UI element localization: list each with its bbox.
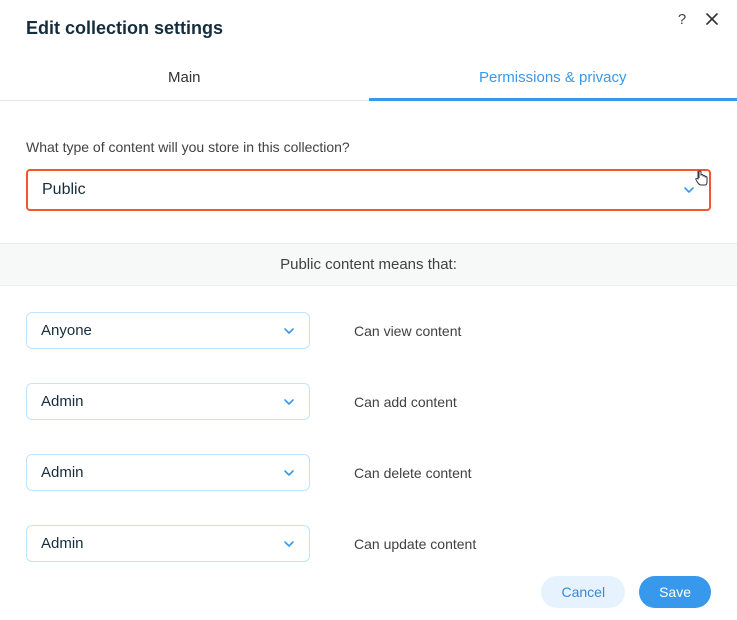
content-type-value: Public [42, 181, 86, 199]
permission-role-select-view[interactable]: Anyone [26, 312, 310, 349]
permission-row: Anyone Can view content [26, 312, 711, 349]
permission-role-value: Admin [41, 535, 84, 552]
edit-collection-modal: Edit collection settings ? Main Permissi… [0, 0, 737, 562]
modal-body: What type of content will you store in t… [0, 101, 737, 223]
help-icon[interactable]: ? [673, 10, 691, 28]
content-type-question: What type of content will you store in t… [26, 139, 711, 155]
permission-row: Admin Can update content [26, 525, 711, 562]
header-icons: ? [673, 10, 721, 28]
permission-role-value: Admin [41, 393, 84, 410]
chevron-down-icon [283, 325, 295, 337]
modal-header: Edit collection settings ? [0, 0, 737, 39]
permissions-list: Anyone Can view content Admin Can add co… [0, 286, 737, 562]
permission-role-select-delete[interactable]: Admin [26, 454, 310, 491]
permission-row: Admin Can delete content [26, 454, 711, 491]
close-icon[interactable] [703, 10, 721, 28]
permission-action-label: Can add content [354, 394, 457, 410]
permission-role-select-add[interactable]: Admin [26, 383, 310, 420]
content-type-select[interactable]: Public [26, 169, 711, 211]
permission-role-select-update[interactable]: Admin [26, 525, 310, 562]
tab-permissions[interactable]: Permissions & privacy [369, 57, 737, 100]
permission-action-label: Can view content [354, 323, 461, 339]
chevron-down-icon [283, 538, 295, 550]
chevron-down-icon [283, 396, 295, 408]
permission-action-label: Can update content [354, 536, 476, 552]
tab-main[interactable]: Main [0, 57, 369, 100]
modal-footer: Cancel Save [541, 576, 711, 608]
chevron-down-icon [283, 467, 295, 479]
permission-role-value: Admin [41, 464, 84, 481]
permission-role-value: Anyone [41, 322, 92, 339]
cancel-button[interactable]: Cancel [541, 576, 625, 608]
save-button[interactable]: Save [639, 576, 711, 608]
modal-title: Edit collection settings [26, 18, 711, 39]
permission-row: Admin Can add content [26, 383, 711, 420]
public-content-banner: Public content means that: [0, 243, 737, 286]
cursor-pointer-icon [694, 170, 710, 193]
permission-action-label: Can delete content [354, 465, 472, 481]
tabs: Main Permissions & privacy [0, 57, 737, 101]
